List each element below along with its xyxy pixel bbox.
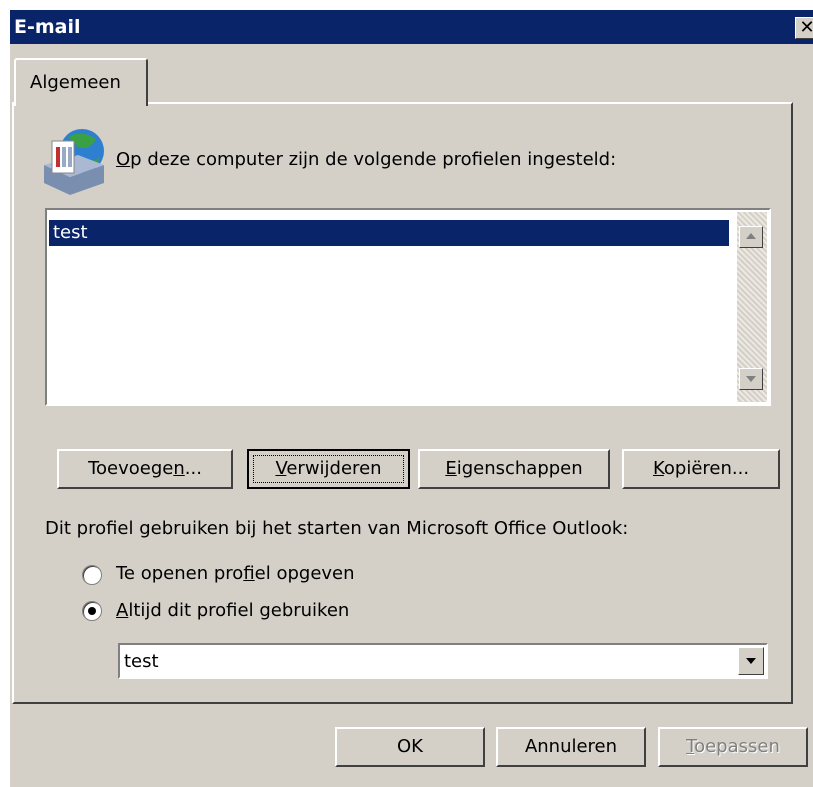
window-title: E-mail [14,16,81,38]
apply-button[interactable]: Toepassen [658,727,808,767]
arrow-down-icon [746,376,756,382]
remove-button[interactable]: Verwijderen [247,449,410,489]
tab-algemeen[interactable]: Algemeen [14,58,148,106]
scroll-up-button[interactable] [739,226,763,248]
mail-profile-icon [44,129,104,195]
combo-value: test [124,651,159,672]
combo-dropdown-button[interactable] [738,647,764,675]
radio-always-label[interactable]: Altijd dit profiel gebruiken [116,600,349,621]
add-button[interactable]: Toevoegen... [57,449,233,489]
radio-prompt-profile[interactable] [82,565,102,585]
cancel-button[interactable]: Annuleren [496,727,646,767]
startup-label: Dit profiel gebruiken bij het starten va… [45,518,629,539]
profiles-label: Op deze computer zijn de volgende profie… [116,149,617,170]
tab-label: Algemeen [30,72,121,93]
ok-button[interactable]: OK [335,727,485,767]
vertical-scrollbar[interactable] [737,212,767,402]
profiles-list[interactable]: test [45,208,771,406]
scroll-down-button[interactable] [739,368,763,390]
close-button[interactable]: ✕ [795,17,813,39]
arrow-up-icon [746,233,756,239]
radio-always-profile[interactable] [82,601,102,621]
radio-prompt-label[interactable]: Te openen profiel opgeven [116,563,355,584]
list-item[interactable]: test [49,220,729,246]
profile-combobox[interactable]: test [118,643,768,679]
title-bar: E-mail ✕ [10,10,813,44]
properties-button[interactable]: Eigenschappen [418,449,610,489]
focus-rect [253,455,404,483]
radio-selected-dot [88,607,96,615]
chevron-down-icon [746,658,756,664]
copy-button[interactable]: Kopiëren... [622,449,780,489]
close-icon: ✕ [799,17,813,38]
